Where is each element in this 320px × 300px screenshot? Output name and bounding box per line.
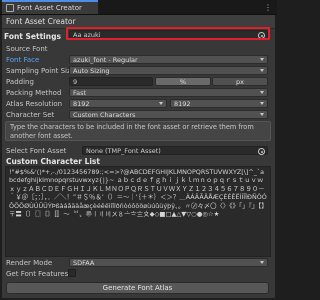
- get-font-features-label: Get Font Features: [6, 270, 69, 278]
- padding-mode-percent-label: %: [179, 78, 187, 86]
- sampling-point-size-dropdown[interactable]: Auto Sizing: [69, 66, 268, 75]
- generate-font-atlas-button[interactable]: Generate Font Atlas: [6, 282, 269, 294]
- panel-header-title: Font Asset Creator: [6, 17, 76, 26]
- atlas-height-value: 8192: [174, 100, 191, 108]
- custom-character-list-textarea[interactable]: !"#$%&'()*+,-./0123456789:;<=>?@ABCDEFGH…: [5, 166, 271, 257]
- help-box: Type the characters to be included in th…: [5, 121, 271, 141]
- padding-label: Padding: [6, 78, 34, 86]
- character-set-label: Character Set: [6, 111, 55, 119]
- source-font-highlight: [66, 27, 270, 40]
- atlas-resolution-label: Atlas Resolution: [6, 100, 63, 108]
- chevron-down-icon: [260, 69, 264, 72]
- sampling-point-size-value: Auto Sizing: [73, 67, 110, 75]
- packing-method-dropdown[interactable]: Fast: [69, 88, 268, 97]
- render-mode-value: SDFAA: [73, 259, 95, 267]
- help-text: Type the characters to be included in th…: [10, 123, 254, 140]
- character-set-dropdown[interactable]: Custom Characters: [69, 110, 268, 119]
- custom-character-list-content: !"#$%&'()*+,-./0123456789:;<=>?@ABCDEFGH…: [9, 168, 267, 219]
- select-font-asset-label: Select Font Asset: [6, 147, 67, 155]
- atlas-height-dropdown[interactable]: 8192: [170, 99, 268, 108]
- padding-mode-percent-button[interactable]: %: [155, 77, 211, 86]
- font-face-dropdown[interactable]: azuki_font - Regular: [69, 55, 268, 64]
- atlas-width-value: 8192: [73, 100, 90, 108]
- chevron-down-icon: [260, 113, 264, 116]
- chevron-down-icon: [159, 102, 163, 105]
- padding-mode-px-button[interactable]: px: [212, 77, 268, 86]
- window-tab-bar: Font Asset Creator ⋮: [0, 0, 277, 15]
- chevron-down-icon: [260, 91, 264, 94]
- select-font-asset-field[interactable]: None (TMP_Font Asset): [82, 146, 268, 155]
- chevron-down-icon: [260, 58, 264, 61]
- font-face-label: Font Face: [6, 56, 40, 64]
- tab-label: Font Asset Creator: [17, 4, 82, 12]
- packing-method-value: Fast: [73, 89, 87, 97]
- render-mode-dropdown[interactable]: SDFAA: [69, 258, 268, 267]
- get-font-features-checkbox[interactable]: [68, 269, 76, 277]
- render-mode-label: Render Mode: [6, 259, 53, 267]
- select-font-asset-value: None (TMP_Font Asset): [86, 147, 161, 155]
- window-menu-icon[interactable]: ⋮: [264, 3, 273, 12]
- chevron-down-icon: [260, 102, 264, 105]
- padding-input[interactable]: 9: [69, 77, 153, 86]
- font-face-value: azuki_font - Regular: [73, 56, 138, 64]
- chevron-down-icon: [260, 261, 264, 264]
- padding-mode-px-label: px: [236, 78, 244, 86]
- atlas-width-dropdown[interactable]: 8192: [69, 99, 167, 108]
- sampling-point-size-label: Sampling Point Size: [6, 67, 75, 75]
- custom-character-list-title: Custom Character List: [6, 157, 100, 166]
- padding-value: 9: [73, 78, 78, 86]
- section-title-font-settings: Font Settings: [4, 32, 61, 41]
- font-window-icon: [6, 4, 14, 12]
- packing-method-label: Packing Method: [6, 89, 62, 97]
- character-set-value: Custom Characters: [73, 111, 136, 119]
- object-picker-icon[interactable]: [258, 148, 265, 155]
- source-font-label: Source Font: [6, 45, 48, 53]
- generate-font-atlas-label: Generate Font Atlas: [102, 284, 173, 292]
- tab-font-asset-creator[interactable]: Font Asset Creator: [2, 0, 98, 14]
